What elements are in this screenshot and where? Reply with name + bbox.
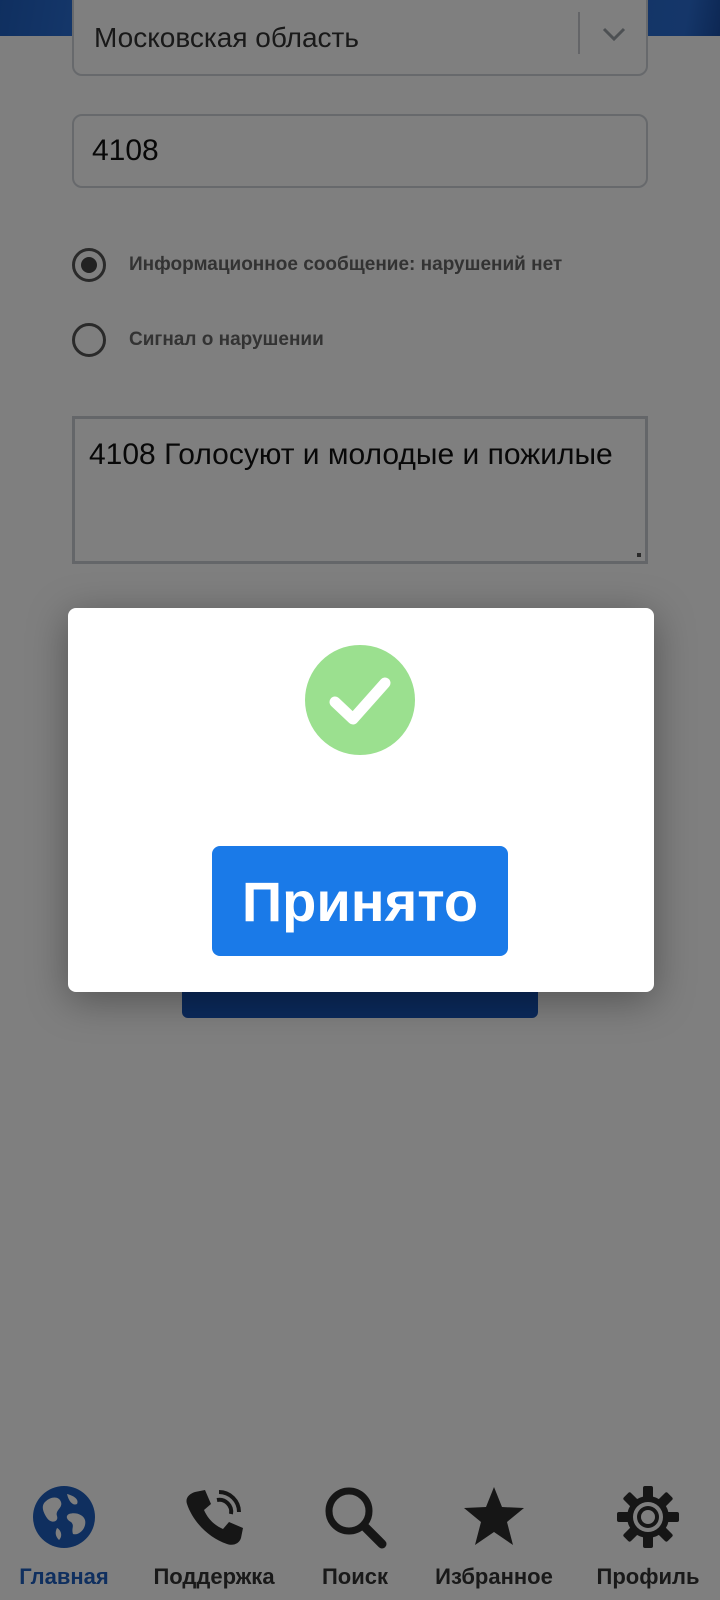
check-circle-icon <box>305 645 415 755</box>
accept-button[interactable]: Принято <box>212 846 508 956</box>
success-dialog: Принято <box>68 608 654 992</box>
